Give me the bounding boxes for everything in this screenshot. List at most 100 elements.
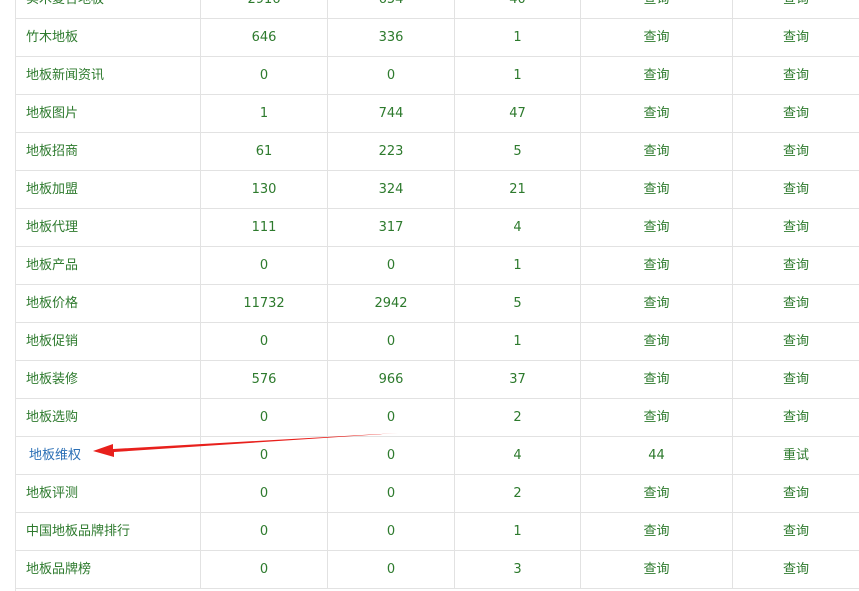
- stat-col-1: 0: [201, 247, 328, 284]
- query-link[interactable]: 查询: [581, 171, 733, 208]
- query-link-2[interactable]: 查询: [733, 323, 859, 360]
- query-link-2[interactable]: 查询: [733, 285, 859, 322]
- keyword-name: 地板加盟: [16, 171, 201, 208]
- query-link[interactable]: 查询: [581, 551, 733, 588]
- query-link-2[interactable]: 查询: [733, 171, 859, 208]
- stat-col-2: 324: [328, 171, 455, 208]
- table-row: 中国地板品牌排行 0 0 1 查询 查询: [16, 513, 859, 551]
- keyword-name: 地板促销: [16, 323, 201, 360]
- query-link-2[interactable]: 查询: [733, 19, 859, 56]
- retry-link[interactable]: 重试: [733, 437, 859, 474]
- table-row: 地板评测 0 0 2 查询 查询: [16, 475, 859, 513]
- table-row-highlighted: 地板维权 0 0 4 44 重试: [16, 437, 859, 475]
- query-link[interactable]: 查询: [581, 513, 733, 550]
- keyword-name: 地板图片: [16, 95, 201, 132]
- table-row: 实木复合地板 2916 654 40 查询 查询: [16, 0, 859, 19]
- stat-col-1: 0: [201, 399, 328, 436]
- stat-col-2: 0: [328, 323, 455, 360]
- keyword-name: 地板评测: [16, 475, 201, 512]
- query-link-2[interactable]: 查询: [733, 57, 859, 94]
- query-link[interactable]: 查询: [581, 285, 733, 322]
- stat-col-3: 2: [455, 399, 581, 436]
- keyword-stats-table: 实木复合地板 2916 654 40 查询 查询 竹木地板 646 336 1 …: [16, 0, 859, 589]
- query-link[interactable]: 查询: [581, 399, 733, 436]
- query-link[interactable]: 查询: [581, 475, 733, 512]
- query-link[interactable]: 查询: [581, 95, 733, 132]
- keyword-name: 地板品牌榜: [16, 551, 201, 588]
- table-row: 地板代理 111 317 4 查询 查询: [16, 209, 859, 247]
- stat-col-1: 576: [201, 361, 328, 398]
- table-row: 竹木地板 646 336 1 查询 查询: [16, 19, 859, 57]
- stat-col-1: 130: [201, 171, 328, 208]
- table-row: 地板品牌榜 0 0 3 查询 查询: [16, 551, 859, 589]
- stat-col-3: 2: [455, 475, 581, 512]
- keyword-name: 实木复合地板: [16, 0, 201, 18]
- query-link-2[interactable]: 查询: [733, 95, 859, 132]
- stat-col-3: 5: [455, 133, 581, 170]
- stat-col-2: 0: [328, 551, 455, 588]
- keyword-name-link[interactable]: 地板维权: [16, 437, 201, 474]
- query-link-2[interactable]: 查询: [733, 247, 859, 284]
- query-link-2[interactable]: 查询: [733, 0, 859, 18]
- stat-col-1: 61: [201, 133, 328, 170]
- keyword-name: 地板新闻资讯: [16, 57, 201, 94]
- stat-col-3: 37: [455, 361, 581, 398]
- keyword-name: 地板价格: [16, 285, 201, 322]
- stat-col-2: 223: [328, 133, 455, 170]
- stat-col-3: 4: [455, 437, 581, 474]
- query-link[interactable]: 查询: [581, 133, 733, 170]
- query-link-2[interactable]: 查询: [733, 551, 859, 588]
- keyword-name: 地板选购: [16, 399, 201, 436]
- stat-col-2: 0: [328, 513, 455, 550]
- stat-col-1: 0: [201, 475, 328, 512]
- stat-col-2: 317: [328, 209, 455, 246]
- keyword-name: 地板代理: [16, 209, 201, 246]
- stat-col-2: 966: [328, 361, 455, 398]
- query-link-2[interactable]: 查询: [733, 475, 859, 512]
- stat-col-3: 4: [455, 209, 581, 246]
- stat-col-2: 0: [328, 475, 455, 512]
- query-link[interactable]: 查询: [581, 57, 733, 94]
- table-row: 地板图片 1 744 47 查询 查询: [16, 95, 859, 133]
- stat-col-1: 111: [201, 209, 328, 246]
- query-link[interactable]: 查询: [581, 323, 733, 360]
- keyword-name: 地板装修: [16, 361, 201, 398]
- stat-col-3: 1: [455, 513, 581, 550]
- table-row: 地板加盟 130 324 21 查询 查询: [16, 171, 859, 209]
- stat-col-1: 0: [201, 437, 328, 474]
- stat-col-3: 21: [455, 171, 581, 208]
- table-row: 地板招商 61 223 5 查询 查询: [16, 133, 859, 171]
- table-row: 地板选购 0 0 2 查询 查询: [16, 399, 859, 437]
- keyword-name: 地板招商: [16, 133, 201, 170]
- stat-col-3: 40: [455, 0, 581, 18]
- stat-col-3: 1: [455, 247, 581, 284]
- stat-col-2: 0: [328, 57, 455, 94]
- query-link-2[interactable]: 查询: [733, 513, 859, 550]
- table-row: 地板产品 0 0 1 查询 查询: [16, 247, 859, 285]
- table-row: 地板新闻资讯 0 0 1 查询 查询: [16, 57, 859, 95]
- table-row: 地板促销 0 0 1 查询 查询: [16, 323, 859, 361]
- stat-col-1: 0: [201, 57, 328, 94]
- stat-col-2: 0: [328, 247, 455, 284]
- query-link[interactable]: 查询: [581, 0, 733, 18]
- stat-col-1: 646: [201, 19, 328, 56]
- stat-col-1: 0: [201, 323, 328, 360]
- stat-col-3: 1: [455, 19, 581, 56]
- stat-col-3: 1: [455, 323, 581, 360]
- table-row: 地板装修 576 966 37 查询 查询: [16, 361, 859, 399]
- stat-col-3: 47: [455, 95, 581, 132]
- stat-col-1: 11732: [201, 285, 328, 322]
- keyword-name: 竹木地板: [16, 19, 201, 56]
- query-link[interactable]: 查询: [581, 247, 733, 284]
- stat-col-3: 3: [455, 551, 581, 588]
- stat-col-1: 2916: [201, 0, 328, 18]
- query-link[interactable]: 查询: [581, 361, 733, 398]
- query-link-2[interactable]: 查询: [733, 209, 859, 246]
- query-link-2[interactable]: 查询: [733, 361, 859, 398]
- query-link-2[interactable]: 查询: [733, 399, 859, 436]
- stat-col-2: 2942: [328, 285, 455, 322]
- query-link-2[interactable]: 查询: [733, 133, 859, 170]
- query-link[interactable]: 查询: [581, 209, 733, 246]
- stat-col-1: 0: [201, 513, 328, 550]
- query-link[interactable]: 查询: [581, 19, 733, 56]
